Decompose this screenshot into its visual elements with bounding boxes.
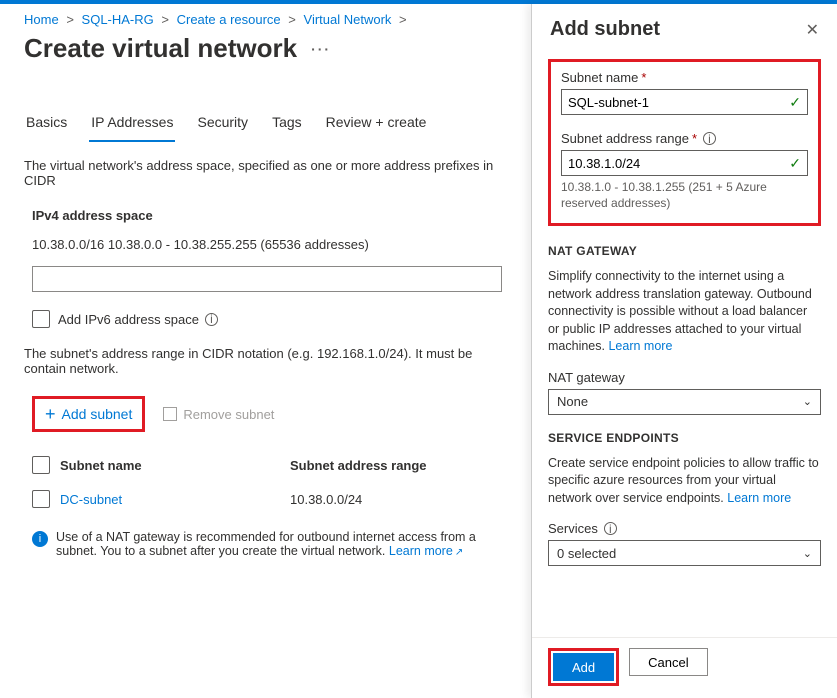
subnet-description: The subnet's address range in CIDR notat… [24, 346, 496, 376]
subnet-range-label: Subnet address range* i [561, 131, 808, 146]
nat-gateway-select[interactable]: None ⌄ [548, 389, 821, 415]
subnet-name-label: Subnet name* [561, 70, 808, 85]
tab-security[interactable]: Security [195, 108, 250, 142]
add-subnet-panel: Add subnet ✕ Subnet name* ✓ Subnet addre… [531, 4, 837, 698]
chevron-down-icon: ⌄ [803, 547, 812, 560]
th-subnet-name: Subnet name [60, 458, 290, 473]
service-endpoints-heading: SERVICE ENDPOINTS [548, 431, 821, 445]
info-bubble-icon: i [32, 531, 48, 547]
check-icon: ✓ [789, 94, 801, 111]
nat-gateway-heading: NAT GATEWAY [548, 244, 821, 258]
info-icon[interactable]: i [703, 132, 716, 145]
chevron-down-icon: ⌄ [803, 395, 812, 408]
trash-icon [163, 407, 177, 421]
subnet-range-hint: 10.38.1.0 - 10.38.1.255 (251 + 5 Azure r… [561, 180, 808, 211]
table-row: DC-subnet 10.38.0.0/24 [32, 482, 496, 516]
add-button[interactable]: Add [553, 653, 614, 681]
breadcrumb-vnet[interactable]: Virtual Network [304, 12, 392, 27]
ipv6-label: Add IPv6 address space [58, 312, 199, 327]
remove-subnet-button[interactable]: Remove subnet [163, 407, 274, 422]
select-all-checkbox[interactable] [32, 456, 50, 474]
tab-review-create[interactable]: Review + create [324, 108, 429, 142]
address-space-description: The virtual network's address space, spe… [24, 158, 496, 188]
learn-more-link[interactable]: Learn more [727, 491, 791, 505]
nat-note: Use of a NAT gateway is recommended for … [56, 530, 504, 558]
panel-title: Add subnet [550, 18, 660, 41]
check-icon: ✓ [789, 155, 801, 172]
tab-ip-addresses[interactable]: IP Addresses [89, 108, 175, 142]
th-subnet-range: Subnet address range [290, 458, 490, 473]
services-select[interactable]: 0 selected ⌄ [548, 540, 821, 566]
learn-more-link[interactable]: Learn more [608, 339, 672, 353]
subnet-link[interactable]: DC-subnet [60, 492, 122, 507]
ipv6-checkbox[interactable] [32, 310, 50, 328]
info-icon[interactable]: i [604, 522, 617, 535]
plus-icon: + [45, 405, 56, 423]
cancel-button[interactable]: Cancel [629, 648, 707, 676]
ipv4-heading: IPv4 address space [24, 202, 496, 231]
info-icon[interactable]: i [205, 313, 218, 326]
nat-gateway-desc: Simplify connectivity to the internet us… [548, 268, 821, 356]
subnet-name-input[interactable] [568, 95, 789, 110]
breadcrumb-create-resource[interactable]: Create a resource [177, 12, 281, 27]
learn-more-link[interactable]: Learn more [389, 544, 463, 558]
more-menu-icon[interactable]: ··· [311, 41, 331, 57]
add-subnet-button[interactable]: + Add subnet [39, 401, 138, 427]
breadcrumb-rg[interactable]: SQL-HA-RG [82, 12, 154, 27]
tab-tags[interactable]: Tags [270, 108, 304, 142]
ipv4-address-row: 10.38.0.0/16 10.38.0.0 - 10.38.255.255 (… [24, 231, 496, 258]
tab-basics[interactable]: Basics [24, 108, 69, 142]
services-label: Services i [548, 521, 821, 536]
nat-gateway-field-label: NAT gateway [548, 370, 821, 385]
close-icon[interactable]: ✕ [806, 20, 819, 40]
subnet-range-cell: 10.38.0.0/24 [290, 492, 490, 507]
subnet-range-input[interactable] [568, 156, 789, 171]
breadcrumb-home[interactable]: Home [24, 12, 59, 27]
service-endpoints-desc: Create service endpoint policies to allo… [548, 455, 821, 508]
subnet-table: Subnet name Subnet address range DC-subn… [32, 448, 496, 516]
ipv4-add-input[interactable] [32, 266, 502, 292]
row-checkbox[interactable] [32, 490, 50, 508]
